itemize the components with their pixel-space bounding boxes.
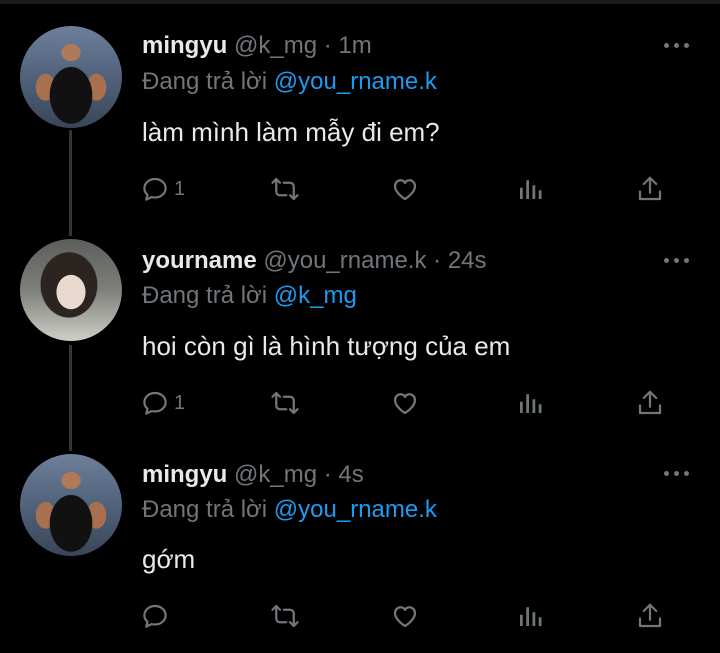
display-name[interactable]: yourname [142, 247, 257, 274]
avatar[interactable] [20, 454, 122, 556]
tweet-header: yourname @you_rname.k · 24s [142, 247, 487, 275]
views-button[interactable] [515, 598, 545, 634]
mention-link[interactable]: @you_rname.k [274, 68, 437, 95]
user-handle[interactable]: @you_rname.k [263, 247, 426, 274]
tweet-header: mingyu @k_mg · 4s [142, 461, 364, 489]
replying-to: Đang trả lời @you_rname.k [142, 496, 437, 524]
like-button[interactable] [390, 171, 420, 207]
timestamp[interactable]: 4s [338, 461, 363, 488]
reply-count: 1 [174, 391, 186, 414]
reply-icon [143, 391, 167, 415]
share-icon [638, 603, 662, 628]
action-bar: 1 [130, 171, 690, 207]
retweet-icon [271, 391, 299, 415]
retweet-button[interactable] [270, 385, 300, 421]
more-icon[interactable] [664, 468, 692, 478]
share-button[interactable] [635, 598, 665, 634]
separator: · [433, 247, 442, 274]
reply-prefix: Đang trả lời [142, 282, 268, 309]
reply-prefix: Đang trả lời [142, 68, 268, 95]
action-bar: 1 [130, 385, 690, 421]
tweet-header: mingyu @k_mg · 1m [142, 32, 372, 60]
reply-prefix: Đang trả lời [142, 496, 268, 523]
like-icon [393, 393, 417, 415]
retweet-button[interactable] [270, 171, 300, 207]
reply-button[interactable]: 1 [140, 171, 185, 207]
action-bar [130, 598, 690, 634]
tweet[interactable]: mingyu @k_mg · 1m Đang trả lời @you_rnam… [0, 0, 720, 215]
more-icon[interactable] [664, 255, 692, 265]
more-icon[interactable] [664, 40, 692, 50]
avatar[interactable] [20, 239, 122, 341]
views-icon [520, 180, 542, 199]
like-button[interactable] [390, 385, 420, 421]
timestamp[interactable]: 1m [338, 32, 371, 59]
retweet-button[interactable] [270, 598, 300, 634]
replying-to: Đang trả lời @you_rname.k [142, 68, 437, 96]
reply-icon [143, 177, 167, 201]
tweet-text: gớm [142, 544, 196, 574]
reply-button[interactable] [140, 598, 174, 634]
views-icon [520, 607, 542, 626]
user-handle[interactable]: @k_mg [234, 32, 317, 59]
reply-icon [143, 604, 167, 628]
tweet[interactable]: mingyu @k_mg · 4s Đang trả lời @you_rnam… [0, 430, 720, 653]
views-button[interactable] [515, 171, 545, 207]
like-button[interactable] [390, 598, 420, 634]
share-icon [638, 390, 662, 415]
reply-count: 1 [174, 177, 186, 200]
like-icon [393, 179, 417, 201]
avatar[interactable] [20, 26, 122, 128]
share-button[interactable] [635, 171, 665, 207]
retweet-icon [271, 604, 299, 628]
views-button[interactable] [515, 385, 545, 421]
mention-link[interactable]: @k_mg [274, 282, 357, 309]
mention-link[interactable]: @you_rname.k [274, 496, 437, 523]
separator: · [323, 32, 332, 59]
replying-to: Đang trả lời @k_mg [142, 282, 357, 310]
separator: · [323, 461, 332, 488]
tweet[interactable]: yourname @you_rname.k · 24s Đang trả lời… [0, 215, 720, 430]
share-button[interactable] [635, 385, 665, 421]
user-handle[interactable]: @k_mg [234, 461, 317, 488]
tweet-text: hoi còn gì là hình tượng của em [142, 331, 511, 361]
retweet-icon [271, 177, 299, 201]
display-name[interactable]: mingyu [142, 32, 227, 59]
views-icon [520, 394, 542, 413]
like-icon [393, 606, 417, 628]
display-name[interactable]: mingyu [142, 461, 227, 488]
tweet-text: làm mình làm mẫy đi em? [142, 117, 440, 147]
timestamp[interactable]: 24s [448, 247, 487, 274]
reply-button[interactable]: 1 [140, 385, 185, 421]
share-icon [638, 176, 662, 201]
